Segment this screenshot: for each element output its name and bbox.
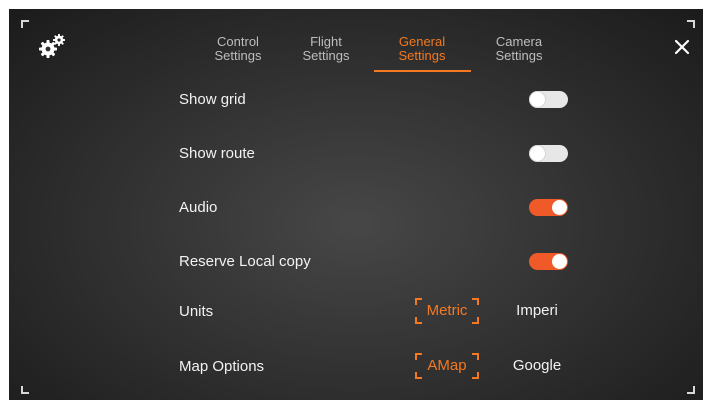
toggle-knob [552,200,567,215]
setting-row-units: Units Metric Imperi [179,298,569,324]
option-label: AMap [427,357,467,374]
setting-label: Units [179,303,214,320]
toggle-knob [552,254,567,269]
selection-bracket-right [472,298,479,324]
close-icon[interactable] [674,39,690,55]
tab-control-settings[interactable]: Control Settings [189,35,287,63]
gears-icon[interactable] [37,32,67,60]
setting-row-reserve-local-copy: Reserve Local copy [179,252,569,272]
selection-bracket-right [472,353,479,379]
setting-row-map-options: Map Options AMap Google [179,353,569,379]
frame-corner-bottom-right [687,386,695,394]
frame-corner-top-right [687,20,695,28]
option-label: Google [512,357,562,374]
tab-label-line2: Settings [398,48,446,63]
tab-label-line2: Settings [302,48,350,63]
selection-bracket-left [415,353,422,379]
setting-label: Map Options [179,358,265,375]
tab-label-line1: Control [217,34,259,49]
tab-label-line1: Camera [495,34,543,49]
tab-general-settings[interactable]: General Settings [373,35,471,63]
tab-flight-settings[interactable]: Flight Settings [277,35,375,63]
setting-row-audio: Audio [179,198,569,218]
toggle-knob [530,146,545,161]
tab-camera-settings[interactable]: Camera Settings [470,35,568,63]
active-tab-underline [374,70,471,72]
setting-row-show-grid: Show grid [179,90,569,110]
frame-corner-top-left [21,20,29,28]
setting-label: Audio [179,199,218,216]
tab-label-line2: Settings [495,48,543,63]
units-option-imperial[interactable]: Imperi [509,296,565,326]
setting-row-show-route: Show route [179,144,569,164]
show-grid-toggle[interactable] [529,91,568,108]
tab-label-line1: General [398,34,446,49]
toggle-knob [530,92,545,107]
reserve-local-copy-toggle[interactable] [529,253,568,270]
frame-corner-bottom-left [21,386,29,394]
setting-label: Show route [179,145,255,162]
setting-label: Show grid [179,91,246,108]
setting-label: Reserve Local copy [179,253,311,270]
show-route-toggle[interactable] [529,145,568,162]
audio-toggle[interactable] [529,199,568,216]
option-label: Metric [426,302,468,319]
option-label: Imperi [516,302,558,319]
map-option-amap[interactable]: AMap [415,351,479,381]
selection-bracket-left [415,298,422,324]
map-option-google[interactable]: Google [509,351,565,381]
tab-label-line2: Settings [214,48,262,63]
tab-label-line1: Flight [310,34,342,49]
general-settings-screen: Control Settings Flight Settings General… [9,9,703,400]
units-option-metric[interactable]: Metric [415,296,479,326]
